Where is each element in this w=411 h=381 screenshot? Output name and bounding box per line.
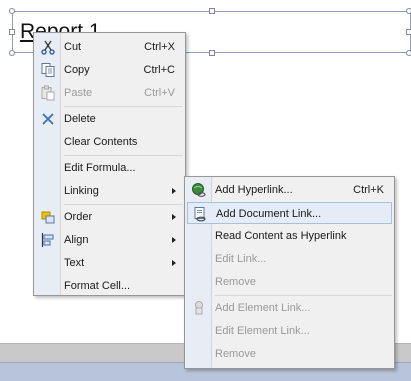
menu-item-label: Add Document Link... bbox=[216, 208, 322, 220]
order-icon bbox=[40, 209, 56, 225]
resize-handle-top-right[interactable] bbox=[406, 8, 411, 14]
menu-item-label: Format Cell... bbox=[64, 280, 131, 292]
menu-item-clear-contents[interactable]: Clear Contents bbox=[36, 131, 183, 153]
menu-item-paste[interactable]: Paste Ctrl+V bbox=[36, 82, 183, 104]
context-menu: Cut Ctrl+X Copy Ctrl+C Paste Ctrl+V Dele… bbox=[33, 32, 186, 296]
resize-handle-right[interactable] bbox=[406, 29, 411, 35]
menu-item-add-element-link[interactable]: Add Element Link... bbox=[187, 297, 392, 319]
menu-item-label: Edit Link... bbox=[215, 253, 267, 265]
menu-item-read-content-as-hyperlink[interactable]: Read Content as Hyperlink bbox=[187, 225, 392, 247]
menu-item-label: Text bbox=[64, 257, 85, 269]
menu-item-label: Clear Contents bbox=[64, 136, 138, 148]
menu-item-label: Read Content as Hyperlink bbox=[215, 230, 347, 242]
menu-item-label: Paste bbox=[64, 87, 93, 99]
delete-icon bbox=[40, 111, 56, 127]
document-link-icon bbox=[192, 206, 208, 222]
menu-item-order[interactable]: Order bbox=[36, 206, 183, 228]
resize-handle-top-left[interactable] bbox=[9, 8, 15, 14]
align-icon bbox=[40, 232, 56, 248]
menu-item-delete[interactable]: Delete bbox=[36, 108, 183, 130]
menu-item-label: Copy bbox=[64, 64, 90, 76]
menu-item-shortcut: Ctrl+C bbox=[143, 64, 175, 76]
menu-item-cut[interactable]: Cut Ctrl+X bbox=[36, 36, 183, 58]
paste-icon bbox=[40, 85, 56, 101]
menu-item-label: Order bbox=[64, 211, 93, 223]
menu-item-add-document-link[interactable]: Add Document Link... bbox=[187, 202, 392, 224]
menu-item-shortcut: Ctrl+K bbox=[353, 184, 384, 196]
menu-item-text[interactable]: Text bbox=[36, 252, 183, 274]
menu-item-label: Align bbox=[64, 234, 89, 246]
menu-item-remove-element-link[interactable]: Remove bbox=[187, 343, 392, 365]
resize-handle-bottom-right[interactable] bbox=[406, 50, 411, 56]
menu-item-edit-link[interactable]: Edit Link... bbox=[187, 248, 392, 270]
menu-item-remove-link[interactable]: Remove bbox=[187, 271, 392, 293]
menu-item-label: Add Hyperlink... bbox=[215, 184, 293, 196]
menu-item-label: Delete bbox=[64, 113, 96, 125]
menu-item-shortcut: Ctrl+V bbox=[144, 87, 175, 99]
menu-item-align[interactable]: Align bbox=[36, 229, 183, 251]
menu-separator bbox=[64, 204, 183, 205]
menu-item-label: Edit Element Link... bbox=[215, 325, 310, 337]
scissors-icon bbox=[40, 39, 56, 55]
menu-item-add-hyperlink[interactable]: Add Hyperlink... Ctrl+K bbox=[187, 179, 392, 201]
linking-submenu: Add Hyperlink... Ctrl+K Add Document Lin… bbox=[184, 176, 395, 369]
menu-item-copy[interactable]: Copy Ctrl+C bbox=[36, 59, 183, 81]
menu-item-label: Remove bbox=[215, 348, 256, 360]
menu-item-label: Linking bbox=[64, 185, 99, 197]
globe-link-icon bbox=[191, 182, 207, 198]
menu-separator bbox=[64, 106, 183, 107]
menu-item-label: Add Element Link... bbox=[215, 302, 311, 314]
menu-item-shortcut: Ctrl+X bbox=[144, 41, 175, 53]
resize-handle-left[interactable] bbox=[9, 29, 15, 35]
copy-icon bbox=[40, 62, 56, 78]
resize-handle-top[interactable] bbox=[209, 8, 215, 14]
menu-item-format-cell[interactable]: Format Cell... bbox=[36, 275, 183, 297]
menu-item-label: Remove bbox=[215, 276, 256, 288]
submenu-arrow-icon bbox=[172, 214, 176, 220]
element-link-icon bbox=[191, 300, 207, 316]
resize-handle-bottom-left[interactable] bbox=[9, 50, 15, 56]
submenu-arrow-icon bbox=[172, 188, 176, 194]
menu-item-label: Cut bbox=[64, 41, 82, 53]
menu-item-linking[interactable]: Linking bbox=[36, 180, 183, 202]
menu-item-edit-formula[interactable]: Edit Formula... bbox=[36, 157, 183, 179]
resize-handle-bottom[interactable] bbox=[209, 50, 215, 56]
submenu-arrow-icon bbox=[172, 260, 176, 266]
menu-separator bbox=[215, 295, 392, 296]
menu-item-edit-element-link[interactable]: Edit Element Link... bbox=[187, 320, 392, 342]
menu-separator bbox=[64, 155, 183, 156]
menu-item-label: Edit Formula... bbox=[64, 162, 136, 174]
submenu-arrow-icon bbox=[172, 237, 176, 243]
